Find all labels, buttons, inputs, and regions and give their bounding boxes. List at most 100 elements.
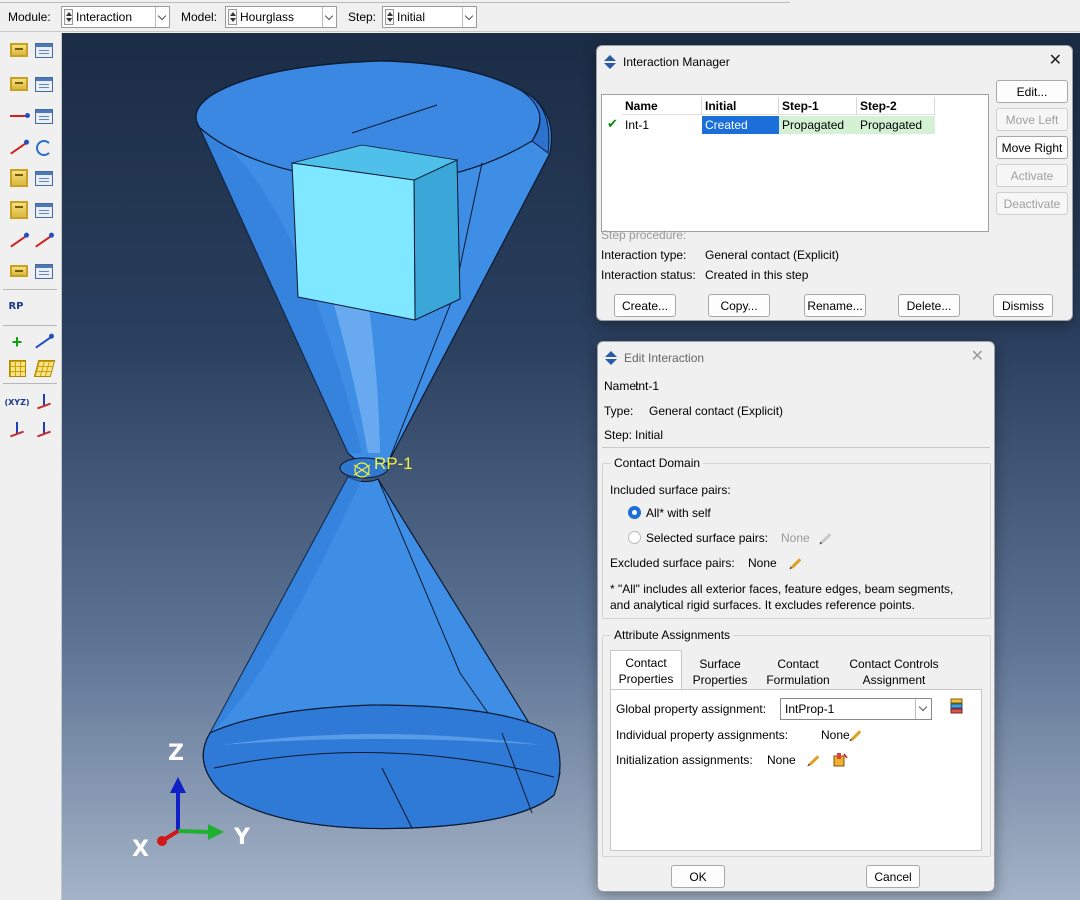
interaction-manager-icon[interactable] [33, 39, 55, 61]
step-value: Initial [635, 428, 664, 442]
tab-contact-formulation[interactable]: Contact Formulation [758, 656, 838, 688]
reference-point-icon[interactable]: RP [5, 295, 27, 317]
cell-step-1[interactable]: Propagated [779, 116, 857, 134]
all-with-self-radio[interactable] [628, 506, 641, 519]
model-select[interactable]: Hourglass [225, 6, 337, 28]
all-with-self-label[interactable]: All* with self [646, 506, 711, 520]
create-contact-control-icon[interactable] [8, 105, 30, 127]
module-label: Module: [8, 10, 51, 24]
move-right-button[interactable]: Move Right [996, 136, 1068, 159]
rename-button[interactable]: Rename... [804, 294, 866, 317]
contact-domain-legend: Contact Domain [611, 456, 704, 470]
interaction-property-manager-icon[interactable] [33, 73, 55, 95]
create-connector-assignment-icon[interactable] [33, 230, 55, 252]
move-left-button[interactable]: Move Left [996, 108, 1068, 131]
chevron-down-icon[interactable] [462, 7, 476, 27]
chevron-down-icon[interactable] [155, 7, 169, 27]
interaction-status-label: Interaction status: [601, 268, 696, 282]
spin-icon[interactable] [385, 9, 394, 25]
contact-stabilization-icon[interactable] [33, 137, 55, 159]
deactivate-button[interactable]: Deactivate [996, 192, 1068, 215]
triad-x-label: X [132, 837, 149, 862]
close-icon[interactable]: ✕ [971, 348, 984, 366]
amplitude-manager-icon[interactable] [33, 260, 55, 282]
create-datum-point-icon[interactable]: + [6, 331, 28, 353]
selected-surface-pairs-label[interactable]: Selected surface pairs: [646, 531, 768, 545]
cancel-button[interactable]: Cancel [866, 865, 920, 888]
create-constraint-icon[interactable] [8, 167, 30, 189]
selected-surface-pairs-radio[interactable] [628, 531, 641, 544]
create-connector-section-icon[interactable] [8, 199, 30, 221]
column-header-step-1[interactable]: Step-1 [779, 97, 857, 115]
divider [602, 447, 990, 448]
contact-control-manager-icon[interactable] [33, 105, 55, 127]
delete-button[interactable]: Delete... [898, 294, 960, 317]
dialog-titlebar[interactable]: Interaction Manager [597, 46, 1072, 78]
tab-contact-controls-assignment[interactable]: Contact Controls Assignment [840, 656, 948, 688]
create-wire-icon[interactable] [8, 230, 30, 252]
model-label: Model: [181, 10, 218, 24]
property-manager-icon[interactable] [950, 698, 964, 714]
triad-axis-icon[interactable] [33, 419, 55, 441]
create-contact-initialization-icon[interactable] [8, 137, 30, 159]
datum-csys-axis-icon[interactable] [33, 391, 55, 413]
dialog-titlebar[interactable]: Edit Interaction [598, 342, 994, 374]
dialog-title: Edit Interaction [624, 351, 705, 365]
model-value: Hourglass [240, 10, 295, 24]
copy-button[interactable]: Copy... [708, 294, 770, 317]
column-header-initial[interactable]: Initial [702, 97, 779, 115]
cell-step-2[interactable]: Propagated [857, 116, 935, 134]
cell-name[interactable]: Int-1 [622, 116, 702, 134]
create-amplitude-icon[interactable] [8, 260, 30, 282]
create-datum-axis-icon[interactable] [33, 331, 55, 353]
initialization-assignments-value: None [767, 753, 796, 767]
interactions-table[interactable]: Name Initial Step-1 Step-2 ✔ Int-1 Creat… [601, 94, 989, 232]
interaction-manager-dialog: Interaction Manager ✕ Name Initial Step-… [596, 45, 1073, 321]
constraint-manager-icon[interactable] [33, 167, 55, 189]
step-procedure-label: Step procedure: [601, 228, 687, 242]
create-interaction-property-icon[interactable] [8, 73, 30, 95]
global-property-select[interactable]: IntProp-1 [780, 698, 932, 720]
spin-icon[interactable] [64, 9, 73, 25]
spin-icon[interactable] [228, 9, 237, 25]
connector-section-manager-icon[interactable] [33, 199, 55, 221]
excluded-surface-pairs-label: Excluded surface pairs: [610, 556, 735, 570]
edit-button[interactable]: Edit... [996, 80, 1068, 103]
create-button[interactable]: Create... [614, 294, 676, 317]
toolbox: RP + (XYZ) [0, 33, 62, 900]
tab-surface-properties[interactable]: Surface Properties [686, 656, 754, 688]
ok-button[interactable]: OK [671, 865, 725, 888]
step-value: Initial [397, 10, 426, 24]
individual-property-assignments-label: Individual property assignments: [616, 728, 789, 742]
all-note-line-1: * "All" includes all exterior faces, fea… [610, 582, 954, 596]
create-datum-csys-icon[interactable]: (XYZ) [4, 391, 29, 413]
global-property-value: IntProp-1 [785, 702, 835, 716]
module-select[interactable]: Interaction [61, 6, 170, 28]
individual-property-assignments-value: None [821, 728, 850, 742]
close-icon[interactable]: ✕ [1049, 52, 1062, 70]
activate-button[interactable]: Activate [996, 164, 1068, 187]
included-surface-pairs-label: Included surface pairs: [610, 483, 731, 497]
partition-icon[interactable] [33, 357, 55, 379]
chevron-down-icon[interactable] [322, 7, 336, 27]
column-header-step-2[interactable]: Step-2 [857, 97, 935, 115]
toolbox-separator [3, 325, 57, 326]
view-triad [157, 777, 224, 846]
initialization-manager-icon[interactable] [832, 752, 848, 768]
create-datum-plane-icon[interactable] [6, 357, 28, 379]
dialog-title: Interaction Manager [623, 55, 730, 69]
triad-y-label: Y [234, 825, 250, 850]
checkmark-icon[interactable]: ✔ [607, 116, 618, 132]
block-side-face [413, 159, 461, 321]
step-select[interactable]: Initial [382, 6, 477, 28]
interaction-status-value: Created in this step [705, 268, 809, 282]
column-header-name[interactable]: Name [622, 97, 702, 115]
edge-partition-icon[interactable] [6, 419, 28, 441]
tab-contact-properties[interactable]: Contact Properties [610, 650, 682, 690]
chevron-down-icon[interactable] [915, 699, 931, 719]
cell-initial[interactable]: Created [702, 116, 779, 134]
abaqus-app-icon [603, 55, 617, 69]
toolbox-separator [3, 289, 57, 290]
create-interaction-icon[interactable] [8, 39, 30, 61]
dismiss-button[interactable]: Dismiss [993, 294, 1053, 317]
